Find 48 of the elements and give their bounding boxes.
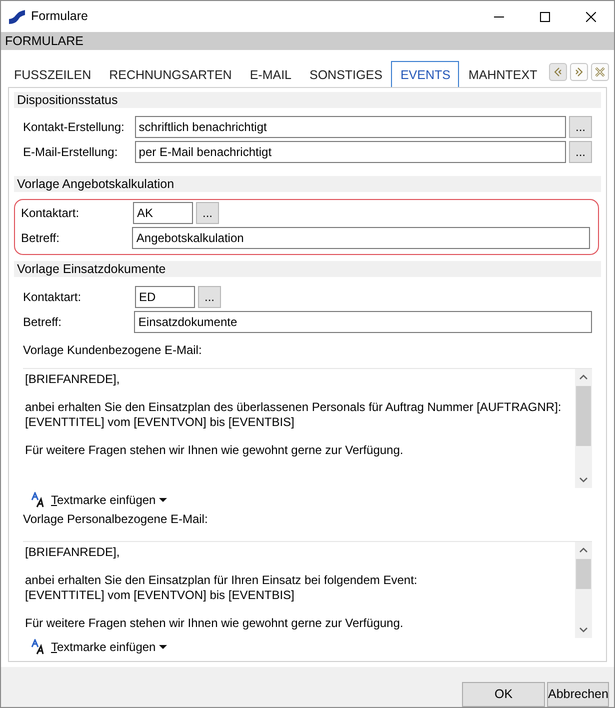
email-template-field[interactable]: [BRIEFANREDE], anbei erhalten Sie den Einsatzplan des überlassenen Personals für Auftrag Nummer [AUFTRAGNR]: [EVENTTITEL] vom [EVENTVON] bis [EVENTBIS] Für weitere Fragen stehen wir Ihnen wie gewohnt gerne zur Verfügung. (23, 368, 575, 488)
tab[interactable]: MAHNTEXT (459, 60, 546, 87)
chevron-left-icon (553, 67, 563, 78)
input-field[interactable]: Einsatzdokumente (134, 310, 592, 333)
tab[interactable]: FUSSZEILEN (5, 60, 100, 87)
input-field[interactable]: per E-Mail benachrichtigt (134, 140, 566, 163)
field-label: E-Mail-Erstellung: (23, 144, 119, 161)
section-header: Dispositionsstatus (14, 92, 601, 108)
cancel-button[interactable]: Abbrechen (547, 682, 609, 707)
tab[interactable]: EVENTS (391, 60, 460, 87)
app-logo-icon (9, 10, 25, 24)
field-label: Vorlage Personalbezogene E-Mail: (23, 510, 209, 528)
next-tab-button[interactable] (570, 63, 588, 82)
input-field[interactable]: schriftlich benachrichtigt (134, 116, 566, 138)
browse-button[interactable]: ... (569, 116, 592, 138)
scroll-thumb[interactable] (576, 386, 591, 446)
email-template-field[interactable]: [BRIEFANREDE], anbei erhalten Sie den Einsatzplan für Ihren Einsatz bei folgendem Event: [EVENTTITEL] vom [EVENTVON] bis [EVENTBIS] Für weitere Fragen stehen wir Ihnen wie gewohnt gerne zur Verfügung. (23, 542, 575, 638)
window-title: Formulare (31, 8, 88, 26)
section-header: Vorlage Einsatzdokumente (14, 260, 601, 277)
browse-button[interactable]: ... (196, 202, 219, 224)
input-field[interactable]: Angebotskalkulation (132, 226, 590, 249)
close-tab-button[interactable] (591, 63, 609, 82)
caret-icon (158, 643, 168, 652)
field-label: Kontakt-Erstellung: (23, 118, 126, 136)
field-label: Betreff: (21, 230, 60, 247)
maximize-icon (540, 12, 550, 22)
browse-button[interactable]: ... (198, 286, 221, 308)
close-icon (595, 67, 605, 78)
field-label: Kontaktart: (23, 288, 82, 306)
ok-button[interactable]: OK (462, 682, 545, 707)
browse-button[interactable]: ... (569, 140, 592, 163)
chevron-right-icon (574, 67, 584, 78)
field-label: Vorlage Kundenbezogene E-Mail: (23, 342, 203, 359)
close-icon (586, 12, 596, 22)
field-label: Kontaktart: (21, 204, 80, 222)
tab[interactable]: SONSTIGES (300, 60, 392, 87)
insert-bookmark-button[interactable]: Textmarke einfügen (23, 638, 168, 657)
input-field[interactable]: AK (133, 202, 193, 224)
header-bar: FORMULARE (1, 32, 614, 50)
previous-tab-button[interactable] (549, 63, 567, 82)
scroll-thumb[interactable] (576, 558, 591, 589)
input-field[interactable]: ED (135, 286, 195, 308)
insert-bookmark-button[interactable]: Textmarke einfügen (23, 490, 168, 510)
tab[interactable]: E-MAIL (240, 60, 300, 87)
caret-icon (158, 496, 168, 504)
field-label: Betreff: (23, 314, 62, 331)
section-header: Vorlage Angebotskalkulation (14, 176, 601, 192)
tab[interactable]: RECHNUNGSARTEN (100, 60, 241, 87)
